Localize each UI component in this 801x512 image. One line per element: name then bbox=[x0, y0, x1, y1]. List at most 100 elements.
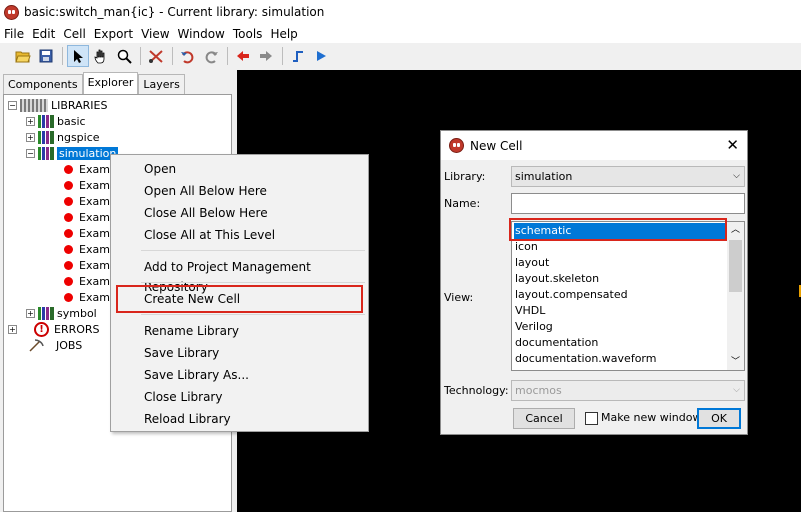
pan-hand-icon[interactable] bbox=[90, 45, 112, 67]
libraries-icon bbox=[20, 98, 48, 112]
name-field[interactable] bbox=[511, 193, 745, 214]
make-new-window-checkbox[interactable] bbox=[585, 412, 598, 425]
menu-item-save-library-as[interactable]: Save Library As... bbox=[144, 365, 249, 385]
library-select[interactable]: simulation ⌵ bbox=[511, 166, 745, 187]
view-list-scrollbar[interactable]: ︿ ﹀ bbox=[727, 222, 744, 370]
pickaxe-icon bbox=[29, 339, 44, 352]
chevron-down-icon[interactable]: ﹀ bbox=[727, 354, 744, 370]
tree-item-library[interactable]: + symbol bbox=[26, 305, 97, 321]
collapse-icon[interactable]: − bbox=[26, 148, 35, 158]
tab-explorer[interactable]: Explorer bbox=[82, 72, 139, 94]
list-item[interactable]: documentation.waveform bbox=[514, 351, 726, 367]
app-icon bbox=[449, 138, 464, 153]
cell-icon bbox=[64, 228, 73, 238]
library-icon bbox=[38, 306, 54, 320]
forward-gray-icon[interactable] bbox=[255, 45, 277, 67]
expand-icon[interactable]: + bbox=[26, 132, 35, 142]
back-red-icon[interactable] bbox=[232, 45, 254, 67]
panel-tabs: Components Explorer Layers bbox=[3, 72, 185, 94]
menu-window[interactable]: Window bbox=[177, 27, 230, 41]
dialog-titlebar: New Cell ✕ bbox=[441, 131, 747, 160]
menu-separator bbox=[141, 250, 365, 251]
undo-icon[interactable] bbox=[177, 45, 199, 67]
toolbar bbox=[0, 43, 801, 69]
make-new-window-label: Make new window bbox=[601, 411, 702, 424]
cell-icon bbox=[64, 196, 73, 206]
menu-item-add-to-pm[interactable]: Add to Project Management Repository bbox=[144, 257, 368, 294]
list-item[interactable]: layout.skeleton bbox=[514, 271, 726, 287]
tree-label: symbol bbox=[57, 306, 97, 320]
menu-export[interactable]: Export bbox=[93, 27, 138, 41]
library-select-value: simulation bbox=[515, 170, 573, 183]
tree-label: basic bbox=[57, 114, 86, 128]
technology-label: Technology: bbox=[444, 384, 509, 397]
tree-label: LIBRARIES bbox=[51, 98, 108, 112]
list-item[interactable]: Verilog bbox=[514, 319, 726, 335]
menu-edit[interactable]: Edit bbox=[31, 27, 60, 41]
tree-item-cell[interactable]: Examp bbox=[64, 161, 117, 177]
technology-select[interactable]: mocmos ⌵ bbox=[511, 380, 745, 401]
ok-button[interactable]: OK bbox=[697, 408, 741, 429]
menu-item-reload-library[interactable]: Reload Library bbox=[144, 409, 231, 429]
tree-item-cell[interactable]: Examp bbox=[64, 273, 117, 289]
menu-item-open-all-below[interactable]: Open All Below Here bbox=[144, 181, 267, 201]
technology-select-value: mocmos bbox=[515, 384, 562, 397]
chevron-up-icon[interactable]: ︿ bbox=[727, 222, 744, 238]
tree-item-cell[interactable]: Examp bbox=[64, 289, 117, 305]
expand-icon[interactable]: + bbox=[8, 324, 17, 334]
zoom-icon[interactable] bbox=[113, 45, 135, 67]
list-item[interactable]: documentation bbox=[514, 335, 726, 351]
tree-label: ngspice bbox=[57, 130, 100, 144]
list-item[interactable]: icon bbox=[514, 239, 726, 255]
tree-root-libraries[interactable]: − LIBRARIES bbox=[8, 97, 107, 113]
toolbar-separator bbox=[140, 47, 141, 65]
menu-item-open[interactable]: Open bbox=[144, 159, 176, 179]
menu-item-save-library[interactable]: Save Library bbox=[144, 343, 219, 363]
expand-icon[interactable]: + bbox=[26, 116, 35, 126]
save-icon[interactable] bbox=[35, 45, 57, 67]
menu-help[interactable]: Help bbox=[269, 27, 302, 41]
tab-layers[interactable]: Layers bbox=[138, 74, 185, 94]
collapse-icon[interactable]: − bbox=[8, 100, 17, 110]
list-item[interactable]: layout bbox=[514, 255, 726, 271]
select-arrow-icon[interactable] bbox=[67, 45, 89, 67]
tree-item-cell[interactable]: Examp bbox=[64, 257, 117, 273]
close-icon[interactable]: ✕ bbox=[726, 136, 739, 154]
tree-item-jobs[interactable]: JOBS bbox=[28, 337, 82, 353]
list-item[interactable]: VHDL bbox=[514, 303, 726, 319]
library-icon bbox=[38, 130, 54, 144]
cut-tools-icon[interactable] bbox=[145, 45, 167, 67]
menu-view[interactable]: View bbox=[140, 27, 174, 41]
tree-item-cell[interactable]: Examp bbox=[64, 209, 117, 225]
title-bar: basic:switch_man{ic} - Current library: … bbox=[0, 0, 801, 24]
cancel-button[interactable]: Cancel bbox=[513, 408, 575, 429]
tree-item-cell[interactable]: Examp bbox=[64, 241, 117, 257]
menu-tools[interactable]: Tools bbox=[232, 27, 268, 41]
scrollbar-thumb[interactable] bbox=[729, 240, 742, 292]
tree-item-cell[interactable]: Examp bbox=[64, 225, 117, 241]
tree-item-library[interactable]: + basic bbox=[26, 113, 86, 129]
expand-icon[interactable]: + bbox=[26, 308, 35, 318]
tree-item-library-selected[interactable]: − simulation bbox=[26, 145, 119, 161]
menu-cell[interactable]: Cell bbox=[62, 27, 90, 41]
cell-icon bbox=[64, 292, 73, 302]
view-list[interactable]: schematic icon layout layout.skeleton la… bbox=[511, 221, 745, 371]
tree-item-cell[interactable]: Examp bbox=[64, 177, 117, 193]
tab-components[interactable]: Components bbox=[3, 74, 83, 94]
menu-item-rename-library[interactable]: Rename Library bbox=[144, 321, 239, 341]
list-item[interactable]: layout.compensated bbox=[514, 287, 726, 303]
menu-item-close-all-below[interactable]: Close All Below Here bbox=[144, 203, 268, 223]
tree-item-errors[interactable]: + ! ERRORS bbox=[8, 321, 100, 337]
tree-item-library[interactable]: + ngspice bbox=[26, 129, 100, 145]
play-icon[interactable] bbox=[310, 45, 332, 67]
menu-item-close-library[interactable]: Close Library bbox=[144, 387, 222, 407]
menu-item-close-all-level[interactable]: Close All at This Level bbox=[144, 225, 275, 245]
error-icon: ! bbox=[34, 321, 49, 337]
menu-file[interactable]: File bbox=[3, 27, 29, 41]
chevron-down-icon: ⌵ bbox=[733, 385, 740, 395]
cell-icon bbox=[64, 164, 73, 174]
open-folder-icon[interactable] bbox=[12, 45, 34, 67]
redo-icon[interactable] bbox=[200, 45, 222, 67]
tree-item-cell[interactable]: Examp bbox=[64, 193, 117, 209]
wire-icon[interactable] bbox=[287, 45, 309, 67]
